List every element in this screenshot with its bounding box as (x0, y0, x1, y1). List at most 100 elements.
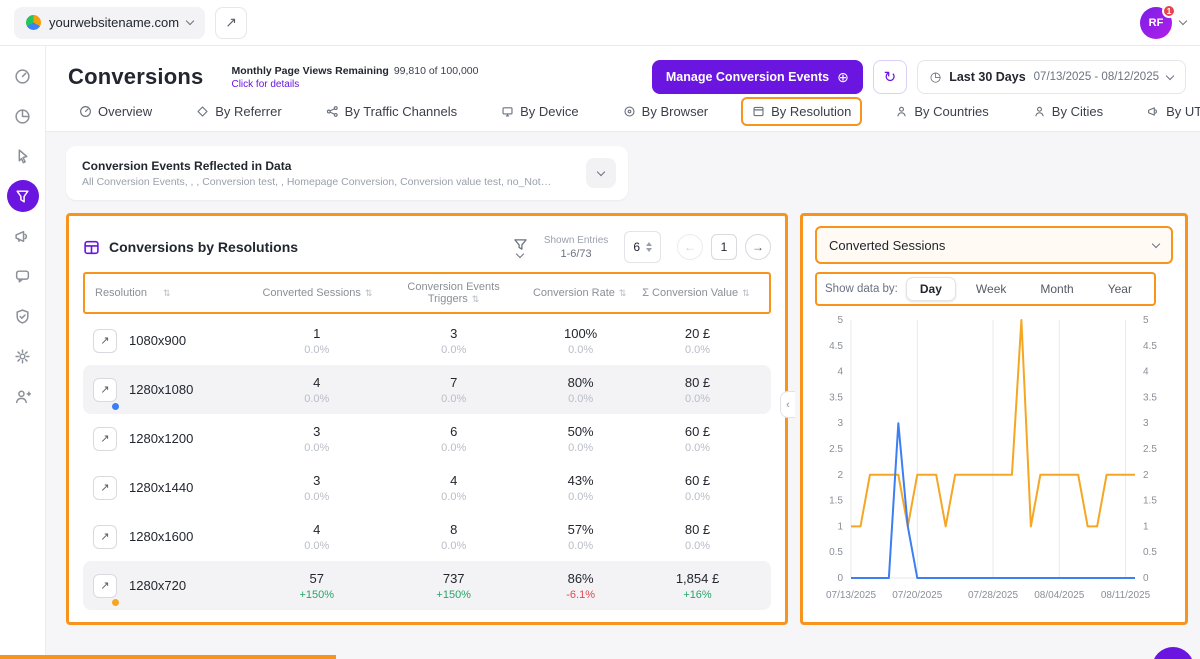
events-bar-toggle-button[interactable] (586, 158, 616, 188)
tab-by-traffic-channels[interactable]: By Traffic Channels (315, 97, 468, 126)
filter-button[interactable] (513, 238, 528, 257)
tab-by-utm-campaign[interactable]: By UTM Campaign (1136, 97, 1200, 126)
sidebar-item-visitors[interactable] (7, 380, 39, 412)
tab-label: By Countries (914, 104, 988, 119)
website-selector[interactable]: yourwebsitename.com (14, 7, 205, 39)
expand-row-button[interactable]: ↗ (93, 378, 117, 402)
tab-by-device[interactable]: By Device (490, 97, 590, 126)
refresh-button[interactable]: ↻ (873, 60, 907, 94)
page-title: Conversions (68, 64, 203, 90)
tab-by-cities[interactable]: By Cities (1022, 97, 1114, 126)
period-range: 07/13/2025 - 08/12/2025 (1034, 71, 1159, 83)
next-page-button[interactable]: → (745, 234, 771, 260)
granularity-year-button[interactable]: Year (1094, 277, 1146, 301)
plus-circle-icon: ⊕ (837, 69, 849, 86)
monitor-icon (501, 105, 514, 118)
sort-icon[interactable]: ⇅ (742, 288, 750, 298)
granularity-day-button[interactable]: Day (906, 277, 956, 301)
svg-text:3.5: 3.5 (829, 392, 843, 403)
expand-row-button[interactable]: ↗ (93, 525, 117, 549)
sidebar-nav (0, 46, 46, 659)
resolution-label: 1280x1200 (129, 431, 193, 446)
person-plus-icon (14, 388, 31, 405)
avatar[interactable]: RF 1 (1140, 7, 1172, 39)
resolution-label: 1280x1440 (129, 480, 193, 495)
sidebar-item-privacy[interactable] (7, 300, 39, 332)
sidebar-item-behavior[interactable] (7, 140, 39, 172)
granularity-month-button[interactable]: Month (1026, 277, 1087, 301)
sidebar-item-conversions[interactable] (7, 180, 39, 212)
sidebar-item-communication[interactable] (7, 260, 39, 292)
account-chevron-down-icon[interactable] (1179, 17, 1187, 25)
chevron-down-icon (186, 17, 194, 25)
sort-icon[interactable]: ⇅ (365, 288, 373, 298)
conversion-rate-cell: 80%0.0% (527, 375, 634, 405)
chat-fab-button[interactable] (1152, 647, 1194, 659)
svg-text:3: 3 (837, 418, 843, 429)
conversion-rate-cell: 100%0.0% (527, 326, 634, 356)
svg-text:4: 4 (1143, 367, 1149, 378)
tab-by-countries[interactable]: By Countries (884, 97, 999, 126)
page-size-select[interactable]: 6 (624, 231, 661, 263)
referrer-icon (196, 105, 209, 118)
svg-text:4.5: 4.5 (1143, 341, 1157, 352)
svg-text:08/04/2025: 08/04/2025 (1034, 590, 1084, 601)
tab-label: By Browser (642, 104, 708, 119)
conversions-by-resolutions-panel: Conversions by Resolutions Shown Entries… (66, 213, 788, 625)
manage-conversion-events-button[interactable]: Manage Conversion Events ⊕ (652, 60, 863, 94)
table-row[interactable]: ↗ 1280x1200 30.0% 60.0% 50%0.0% 60 £0.0% (83, 414, 771, 463)
converted-sessions-cell: 40.0% (253, 375, 380, 405)
series-dot (112, 403, 119, 410)
svg-text:1: 1 (837, 521, 843, 532)
conversion-events-triggers-cell: 30.0% (380, 326, 527, 356)
expand-row-button[interactable]: ↗ (93, 427, 117, 451)
granularity-week-button[interactable]: Week (962, 277, 1020, 301)
expand-row-button[interactable]: ↗ (93, 476, 117, 500)
quota-value: 99,810 of 100,000 (394, 65, 479, 77)
date-chevron-down-icon (1166, 71, 1174, 79)
website-name: yourwebsitename.com (49, 15, 179, 30)
table-row[interactable]: ↗ 1280x1440 30.0% 40.0% 43%0.0% 60 £0.0% (83, 463, 771, 512)
sidebar-item-dashboard[interactable] (7, 60, 39, 92)
column-conversion-value: Σ Conversion Value (642, 287, 738, 299)
table-body: ↗ 1080x900 10.0% 30.0% 100%0.0% 20 £0.0%… (83, 316, 771, 610)
manage-button-label: Manage Conversion Events (666, 70, 829, 84)
svg-text:07/13/2025: 07/13/2025 (826, 590, 876, 601)
expand-row-button[interactable]: ↗ (93, 574, 117, 598)
table-row[interactable]: ↗ 1280x720 57+150% 737+150% 86%-6.1% 1,8… (83, 561, 771, 610)
open-website-button[interactable]: ↗ (215, 7, 247, 39)
panel-collapse-handle[interactable]: ‹ (780, 391, 795, 418)
tab-by-referrer[interactable]: By Referrer (185, 97, 292, 126)
tab-overview[interactable]: Overview (68, 97, 163, 126)
metric-chevron-down-icon (1152, 239, 1160, 247)
events-bar-title: Conversion Events Reflected in Data (82, 159, 552, 173)
tab-by-resolution[interactable]: By Resolution (741, 97, 862, 126)
tab-by-browser[interactable]: By Browser (612, 97, 719, 126)
expand-row-button[interactable]: ↗ (93, 329, 117, 353)
date-range-picker[interactable]: ◷ Last 30 Days 07/13/2025 - 08/12/2025 (917, 60, 1186, 94)
prev-page-button[interactable]: ← (677, 234, 703, 260)
expand-icon: ↗ (100, 530, 109, 543)
sort-icon[interactable]: ⇅ (619, 288, 627, 298)
tab-label: By Device (520, 104, 579, 119)
tab-label: Overview (98, 104, 152, 119)
quota-details-link[interactable]: Click for details (231, 79, 478, 90)
table-row[interactable]: ↗ 1280x1080 40.0% 70.0% 80%0.0% 80 £0.0% (83, 365, 771, 414)
tab-label: By Cities (1052, 104, 1103, 119)
sidebar-item-web-analytics[interactable] (7, 100, 39, 132)
sidebar-item-marketing[interactable] (7, 220, 39, 252)
current-page: 1 (711, 234, 737, 260)
sidebar-item-settings[interactable] (7, 340, 39, 372)
column-conversion-events-triggers: Conversion Events Triggers (407, 281, 499, 305)
table-row[interactable]: ↗ 1080x900 10.0% 30.0% 100%0.0% 20 £0.0% (83, 316, 771, 365)
svg-text:1.5: 1.5 (829, 496, 843, 507)
conversion-events-bar: Conversion Events Reflected in Data All … (66, 146, 628, 200)
sort-icon[interactable]: ⇅ (163, 288, 171, 299)
clock-icon: ◷ (930, 69, 941, 85)
metric-select[interactable]: Converted Sessions (815, 226, 1173, 264)
arrow-left-icon: ← (684, 240, 696, 254)
table-row[interactable]: ↗ 1280x1600 40.0% 80.0% 57%0.0% 80 £0.0% (83, 512, 771, 561)
collapse-left-icon: ‹ (786, 399, 790, 411)
sort-icon[interactable]: ⇅ (472, 294, 480, 304)
granularity-control: Show data by: Day Week Month Year (815, 272, 1156, 306)
